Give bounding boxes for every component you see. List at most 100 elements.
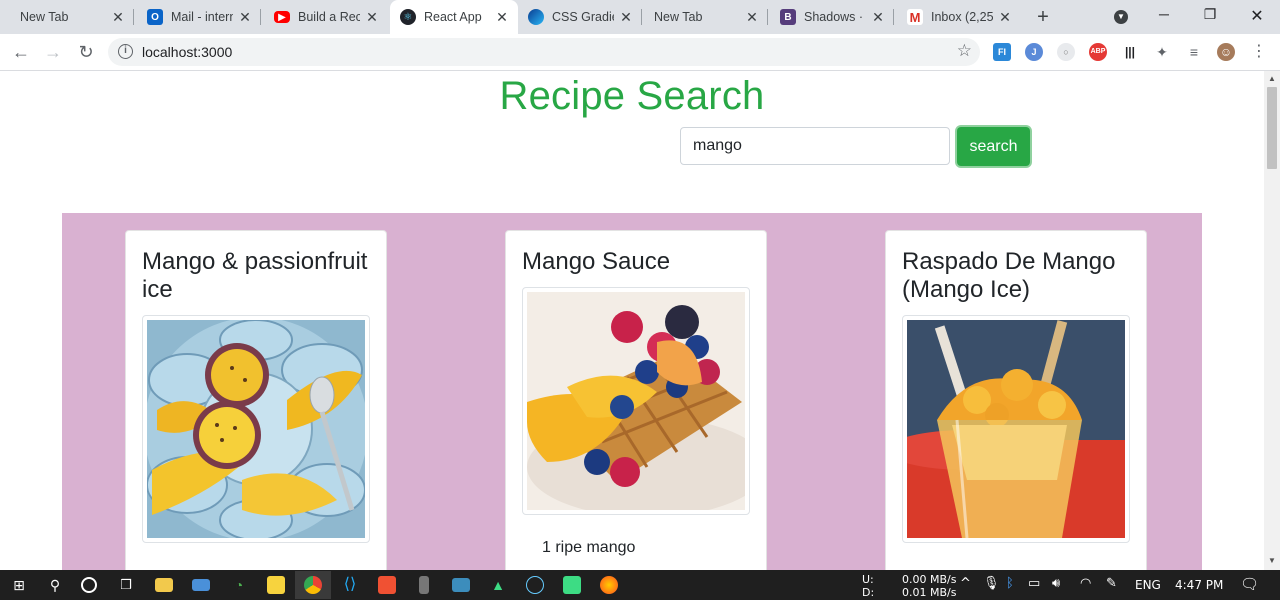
task-view-icon[interactable]: ❒	[117, 576, 135, 594]
back-arrow-icon[interactable]: ←	[11, 42, 31, 62]
close-window-icon[interactable]: ✕	[1245, 6, 1269, 26]
audio-extension-icon[interactable]: |||	[1121, 43, 1139, 61]
wifi-icon[interactable]: ◠	[1080, 576, 1091, 591]
cortana-icon[interactable]	[81, 577, 97, 593]
media-queue-icon[interactable]: ≡	[1185, 43, 1203, 61]
bootstrap-icon: B	[780, 9, 796, 25]
close-icon[interactable]: ✕	[870, 9, 886, 25]
recipe-image	[522, 287, 750, 515]
recipe-card: Raspado De Mango (Mango Ice)	[885, 230, 1147, 570]
close-icon[interactable]: ✕	[744, 9, 760, 25]
notifications-icon[interactable]: 🗨︎	[1240, 575, 1259, 593]
node-app-icon[interactable]	[526, 576, 544, 594]
tab-css-gradient[interactable]: CSS Gradien ✕	[518, 0, 642, 34]
battery-icon[interactable]: ▭	[1028, 576, 1040, 591]
recipe-card: Mango & passionfruit ice	[125, 230, 387, 570]
git-app-icon[interactable]	[378, 576, 396, 594]
microphone-icon[interactable]: 🎙︎	[983, 576, 1000, 591]
recipe-image	[902, 315, 1130, 543]
tab-title: Build a Reci	[298, 10, 360, 24]
pen-icon[interactable]: ✎	[1106, 576, 1117, 591]
close-icon[interactable]: ✕	[110, 9, 126, 25]
tab-inbox[interactable]: M Inbox (2,250 ✕	[897, 0, 1021, 34]
browser-toolbar: ← → ↻ i localhost:3000 ☆ FI J ○ ABP ||| …	[0, 34, 1280, 71]
mango-ice-photo	[907, 320, 1125, 538]
windows-start-icon[interactable]: ⊞	[10, 576, 28, 594]
outlook-icon: O	[147, 9, 163, 25]
reload-icon[interactable]: ↻	[76, 42, 96, 62]
usb-app-icon[interactable]	[419, 576, 429, 594]
mango-passionfruit-photo	[147, 320, 365, 538]
tab-title: React App	[424, 10, 482, 24]
menu-kebab-icon[interactable]: ⋮	[1249, 42, 1269, 62]
page-viewport: Recipe Search mango search Mango & passi…	[0, 71, 1264, 570]
forward-arrow-icon[interactable]: →	[43, 42, 63, 62]
gradient-icon	[528, 9, 544, 25]
minimize-icon[interactable]: ─	[1152, 6, 1176, 26]
recipe-title: Raspado De Mango (Mango Ice)	[902, 248, 1116, 303]
adblock-icon[interactable]: ABP	[1089, 43, 1107, 61]
network-down-label: D:	[862, 586, 875, 599]
bookmark-star-icon[interactable]: ☆	[957, 41, 972, 61]
search-icon[interactable]: ⚲	[46, 576, 64, 594]
address-bar[interactable]: i localhost:3000 ☆	[108, 38, 980, 66]
close-icon[interactable]: ✕	[494, 9, 510, 25]
tab-new-tab-1[interactable]: New Tab ✕	[10, 0, 134, 34]
clock[interactable]: 4:47 PM	[1175, 578, 1223, 592]
profile-avatar[interactable]: ☺	[1217, 43, 1235, 61]
restore-icon[interactable]: ❐	[1198, 6, 1222, 26]
keyboard-app-icon[interactable]	[192, 579, 210, 591]
recipe-ingredient: 1 ripe mango	[542, 539, 636, 556]
youtube-icon: ▶	[274, 11, 290, 23]
tab-title: New Tab	[20, 10, 69, 24]
chrome-icon[interactable]	[304, 576, 322, 594]
extensions-puzzle-icon[interactable]: ✦	[1153, 43, 1171, 61]
tab-react-app[interactable]: ⚛ React App ✕	[390, 0, 518, 34]
windows-taskbar: ⊞ ⚲ ❒ ◔ ⟨⟩ ▲ U: D: 0.00 MB/s 0.01 MB/s ^…	[0, 570, 1280, 600]
search-input[interactable]: mango	[680, 127, 950, 165]
tab-title: Shadows · B	[804, 10, 866, 24]
tab-search-chevron-icon[interactable]: ▼	[1109, 6, 1133, 26]
rss-app-icon[interactable]: ◔	[230, 576, 248, 594]
tab-title: CSS Gradien	[552, 10, 614, 24]
tab-mail[interactable]: O Mail - intern ✕	[137, 0, 261, 34]
upload-speed: 0.00 MB/s	[902, 573, 957, 586]
tab-build-recipe[interactable]: ▶ Build a Reci ✕	[264, 0, 388, 34]
volume-icon[interactable]: 🔊︎	[1052, 576, 1060, 591]
download-speed: 0.01 MB/s	[902, 586, 957, 599]
android-studio-icon[interactable]: ▲	[489, 576, 507, 594]
search-button[interactable]: search	[957, 127, 1030, 166]
vscode-icon[interactable]: ⟨⟩	[341, 576, 359, 594]
tray-chevron-icon[interactable]: ^	[960, 576, 971, 591]
recipe-title: Mango Sauce	[522, 248, 671, 275]
close-icon[interactable]: ✕	[237, 9, 253, 25]
scroll-up-arrow-icon[interactable]: ▲	[1266, 74, 1278, 86]
screen-app-icon[interactable]	[452, 578, 470, 592]
recipe-title: Mango & passionfruit ice	[142, 248, 368, 303]
extension-j-icon[interactable]: J	[1025, 43, 1043, 61]
scroll-down-arrow-icon[interactable]: ▼	[1266, 556, 1278, 568]
close-icon[interactable]: ✕	[997, 9, 1013, 25]
sticky-notes-icon[interactable]	[267, 576, 285, 594]
gmail-icon: M	[907, 9, 923, 25]
tab-new-tab-2[interactable]: New Tab ✕	[644, 0, 768, 34]
url-text[interactable]: localhost:3000	[142, 44, 232, 60]
file-explorer-icon[interactable]	[155, 578, 173, 592]
tab-title: New Tab	[654, 10, 703, 24]
language-indicator[interactable]: ENG	[1135, 578, 1161, 592]
recipe-card: Mango Sauce 1 ripe mango	[505, 230, 767, 570]
firefox-icon[interactable]	[600, 576, 618, 594]
extension-circle-icon[interactable]: ○	[1057, 43, 1075, 61]
close-icon[interactable]: ✕	[618, 9, 634, 25]
new-tab-plus-icon[interactable]: +	[1033, 7, 1053, 27]
extension-fi-icon[interactable]: FI	[993, 43, 1011, 61]
scrollbar-thumb[interactable]	[1267, 87, 1277, 169]
tab-title: Inbox (2,250	[931, 10, 993, 24]
bluetooth-icon[interactable]: ᛒ	[1006, 576, 1014, 591]
close-icon[interactable]: ✕	[364, 9, 380, 25]
recipe-image	[142, 315, 370, 543]
android-app-icon[interactable]	[563, 576, 581, 594]
tab-title: Mail - intern	[171, 10, 233, 24]
info-icon[interactable]: i	[118, 44, 133, 59]
tab-shadows[interactable]: B Shadows · B ✕	[770, 0, 894, 34]
